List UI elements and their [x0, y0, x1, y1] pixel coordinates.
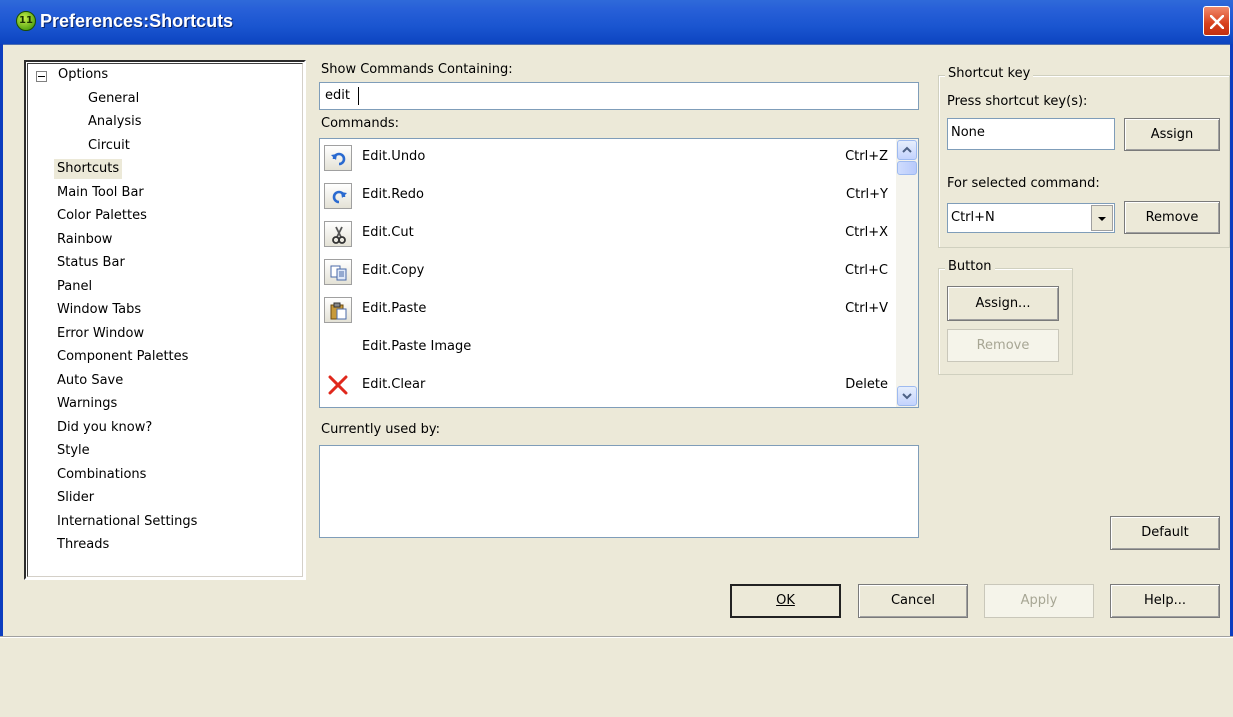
- tree-item-auto-save[interactable]: Auto Save: [54, 371, 126, 391]
- window-border-left: [0, 44, 3, 716]
- command-name: Edit.Clear: [362, 377, 426, 392]
- used-by-label: Currently used by:: [321, 422, 441, 437]
- shortcut-key-group-title: Shortcut key: [945, 66, 1034, 81]
- button-group-title: Button: [945, 259, 995, 274]
- remove-button[interactable]: Remove: [947, 329, 1059, 362]
- default-button[interactable]: Default: [1110, 516, 1220, 550]
- command-shortcut: Ctrl+Z: [845, 149, 888, 164]
- options-tree[interactable]: Options General Analysis Circuit Shortcu…: [24, 60, 306, 580]
- tree-item-circuit[interactable]: Circuit: [85, 136, 133, 156]
- cancel-button[interactable]: Cancel: [858, 584, 968, 618]
- title-bar: 11 Preferences:Shortcuts: [0, 0, 1233, 45]
- list-item[interactable]: Edit.Undo Ctrl+Z: [320, 139, 898, 177]
- delete-x-icon: [328, 375, 348, 399]
- dropdown-button[interactable]: [1091, 205, 1113, 231]
- paste-icon: [324, 297, 352, 323]
- tree-item-shortcuts[interactable]: Shortcuts: [54, 159, 123, 179]
- shortcut-key-input[interactable]: None: [947, 118, 1115, 150]
- tree-item-general[interactable]: General: [85, 89, 142, 109]
- tree-item-slider[interactable]: Slider: [54, 488, 97, 508]
- undo-icon: [324, 145, 352, 171]
- list-item[interactable]: Edit.Paste Image: [320, 329, 898, 367]
- filter-input-value: edit: [325, 88, 350, 103]
- filter-label: Show Commands Containing:: [321, 62, 513, 77]
- commands-scrollbar[interactable]: [896, 139, 918, 407]
- tree-item-component-palettes[interactable]: Component Palettes: [54, 347, 191, 367]
- tree-item-international-settings[interactable]: International Settings: [54, 512, 200, 532]
- command-name: Edit.Redo: [362, 187, 424, 202]
- scroll-thumb[interactable]: [897, 161, 917, 175]
- close-icon: [1210, 15, 1224, 29]
- tree-item-options[interactable]: Options: [55, 65, 111, 85]
- chevron-down-icon: [1098, 217, 1106, 221]
- tree-item-main-tool-bar[interactable]: Main Tool Bar: [54, 183, 147, 203]
- used-by-box: [319, 445, 919, 538]
- tree-item-color-palettes[interactable]: Color Palettes: [54, 206, 150, 226]
- commands-label: Commands:: [321, 116, 399, 131]
- commands-list[interactable]: Edit.Undo Ctrl+Z Edit.Redo Ctrl+Y Edit.C…: [319, 138, 919, 408]
- command-shortcut: Delete: [845, 377, 888, 392]
- tree-item-warnings[interactable]: Warnings: [54, 394, 120, 414]
- redo-icon: [324, 183, 352, 209]
- close-button[interactable]: [1203, 6, 1230, 36]
- apply-button[interactable]: Apply: [984, 584, 1094, 618]
- shortcut-key-value: None: [951, 125, 985, 140]
- assign-button[interactable]: Assign...: [947, 286, 1059, 321]
- copy-icon: [324, 259, 352, 285]
- command-shortcut: Ctrl+C: [844, 263, 888, 278]
- tree-item-analysis[interactable]: Analysis: [85, 112, 145, 132]
- collapse-icon[interactable]: [36, 71, 47, 82]
- scissors-icon: [324, 221, 352, 247]
- command-name: Edit.Copy: [362, 263, 425, 278]
- tree-item-panel[interactable]: Panel: [54, 277, 95, 297]
- chevron-up-icon: [902, 146, 912, 153]
- list-item[interactable]: Edit.Redo Ctrl+Y: [320, 177, 898, 215]
- command-shortcut: Ctrl+Y: [846, 187, 888, 202]
- remove-shortcut-button[interactable]: Remove: [1124, 201, 1220, 234]
- ok-button[interactable]: OK: [730, 584, 841, 618]
- selected-command-label: For selected command:: [947, 176, 1100, 191]
- status-bar: [0, 636, 1233, 717]
- command-name: Edit.Cut: [362, 225, 414, 240]
- command-name: Edit.Paste: [362, 301, 427, 316]
- app-icon: 11: [16, 11, 36, 31]
- tree-item-combinations[interactable]: Combinations: [54, 465, 149, 485]
- list-item[interactable]: Edit.Copy Ctrl+C: [320, 253, 898, 291]
- filter-input[interactable]: edit: [319, 82, 919, 110]
- window-title: Preferences:Shortcuts: [40, 11, 234, 31]
- tree-item-window-tabs[interactable]: Window Tabs: [54, 300, 144, 320]
- list-item[interactable]: Edit.Clear Delete: [320, 367, 898, 405]
- scroll-up-button[interactable]: [897, 140, 917, 160]
- assign-shortcut-button[interactable]: Assign: [1124, 118, 1220, 151]
- scroll-down-button[interactable]: [897, 386, 917, 406]
- chevron-down-icon: [902, 393, 912, 400]
- command-shortcut: Ctrl+X: [845, 225, 888, 240]
- tree-item-threads[interactable]: Threads: [54, 535, 112, 555]
- list-item[interactable]: Edit.Cut Ctrl+X: [320, 215, 898, 253]
- tree-item-style[interactable]: Style: [54, 441, 93, 461]
- text-caret: [358, 87, 359, 105]
- selected-shortcut-value: Ctrl+N: [951, 210, 995, 225]
- tree-item-status-bar[interactable]: Status Bar: [54, 253, 128, 273]
- list-item[interactable]: Edit.Paste Ctrl+V: [320, 291, 898, 329]
- press-shortcut-label: Press shortcut key(s):: [947, 94, 1088, 109]
- selected-shortcut-select[interactable]: Ctrl+N: [947, 203, 1115, 233]
- command-name: Edit.Paste Image: [362, 339, 472, 354]
- tree-item-rainbow[interactable]: Rainbow: [54, 230, 115, 250]
- command-name: Edit.Undo: [362, 149, 426, 164]
- command-shortcut: Ctrl+V: [845, 301, 888, 316]
- tree-item-did-you-know[interactable]: Did you know?: [54, 418, 155, 438]
- tree-item-error-window[interactable]: Error Window: [54, 324, 147, 344]
- help-button[interactable]: Help...: [1110, 584, 1220, 618]
